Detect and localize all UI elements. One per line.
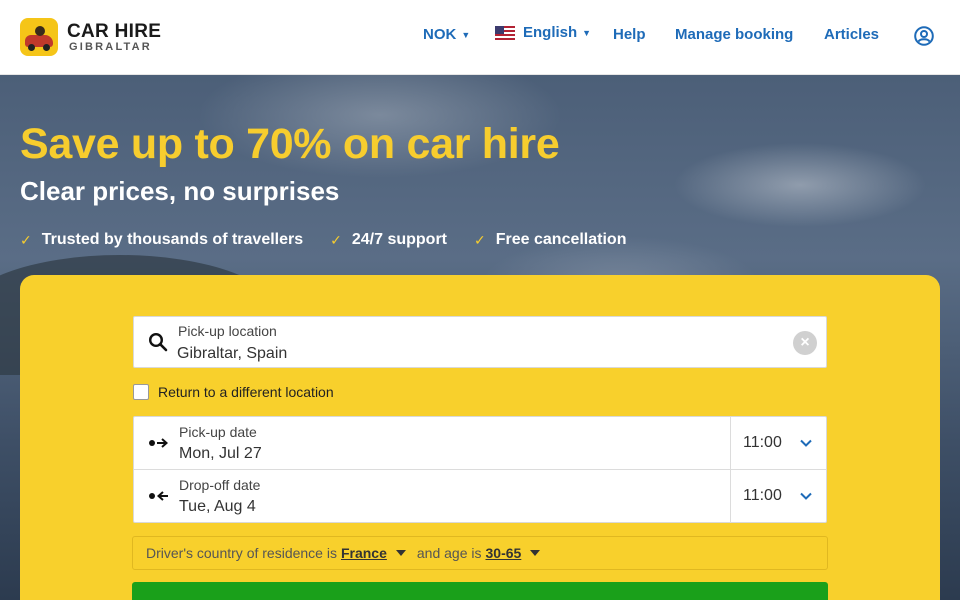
check-icon: ✓ (474, 231, 486, 248)
dropoff-time-value: 11:00 (743, 487, 782, 504)
return-different-checkbox[interactable] (133, 384, 149, 400)
hero-section: Save up to 70% on car hire Clear prices,… (0, 75, 960, 600)
driver-age-select[interactable]: 30-65 (486, 545, 522, 561)
driver-residence-age-row: Driver's country of residence is France … (132, 536, 828, 570)
pickup-location-label: Pick-up location (178, 323, 277, 339)
feature-item: ✓ Free cancellation (474, 231, 627, 248)
main-nav: NOK ▼ English ▼ Help Manage booking Arti… (0, 24, 960, 48)
manage-booking-link[interactable]: Manage booking (675, 26, 793, 43)
feature-list: ✓ Trusted by thousands of travellers ✓ 2… (20, 231, 653, 249)
dropoff-date-value: Tue, Aug 4 (179, 498, 256, 515)
date-time-fields: Pick-up date Mon, Jul 27 11:00 Drop-off … (133, 416, 827, 523)
residence-country-select[interactable]: France (341, 545, 387, 561)
currency-selector[interactable]: NOK ▼ (423, 26, 470, 43)
pickup-location-value: Gibraltar, Spain (177, 345, 288, 362)
pickup-date-field[interactable]: Pick-up date Mon, Jul 27 11:00 (134, 417, 826, 470)
dropoff-date-label: Drop-off date (179, 477, 261, 493)
check-icon: ✓ (330, 231, 342, 248)
pickup-time-select[interactable]: 11:00 (730, 417, 826, 470)
return-different-location-option[interactable]: Return to a different location (133, 384, 334, 400)
us-flag-icon (495, 25, 515, 40)
chevron-down-icon (800, 492, 812, 500)
search-button[interactable] (132, 582, 828, 600)
arrow-left-icon (149, 491, 168, 501)
articles-link[interactable]: Articles (824, 26, 879, 43)
pickup-location-field[interactable]: Pick-up location Gibraltar, Spain × (133, 316, 827, 368)
feature-item: ✓ Trusted by thousands of travellers (20, 231, 304, 248)
language-selector[interactable]: English ▼ (495, 24, 591, 41)
hero-headline: Save up to 70% on car hire (20, 120, 560, 168)
search-icon (148, 332, 168, 352)
site-header: CAR HIRE GIBRALTAR NOK ▼ English ▼ Help … (0, 0, 960, 75)
caret-down-icon (530, 550, 541, 556)
caret-down-icon: ▼ (582, 27, 592, 38)
feature-item: ✓ 24/7 support (330, 231, 448, 248)
search-form: Pick-up location Gibraltar, Spain × Retu… (20, 275, 940, 600)
dropoff-time-select[interactable]: 11:00 (730, 470, 826, 523)
chevron-down-icon (800, 439, 812, 447)
caret-down-icon (395, 550, 406, 556)
arrow-right-icon (149, 438, 169, 448)
pickup-time-value: 11:00 (743, 434, 782, 451)
check-icon: ✓ (20, 231, 32, 248)
caret-down-icon: ▼ (461, 29, 471, 40)
help-link[interactable]: Help (613, 26, 646, 43)
currency-label: NOK (423, 26, 457, 43)
language-label: English (523, 24, 578, 41)
pickup-date-label: Pick-up date (179, 424, 257, 440)
clear-icon[interactable]: × (793, 331, 817, 355)
user-account-icon[interactable] (914, 26, 934, 46)
dropoff-date-field[interactable]: Drop-off date Tue, Aug 4 11:00 (134, 470, 826, 523)
pickup-date-value: Mon, Jul 27 (179, 445, 262, 462)
residence-prefix: Driver's country of residence is (146, 545, 337, 561)
age-prefix: and age is (416, 545, 482, 561)
return-different-label: Return to a different location (158, 384, 334, 400)
hero-subheadline: Clear prices, no surprises (20, 176, 340, 206)
